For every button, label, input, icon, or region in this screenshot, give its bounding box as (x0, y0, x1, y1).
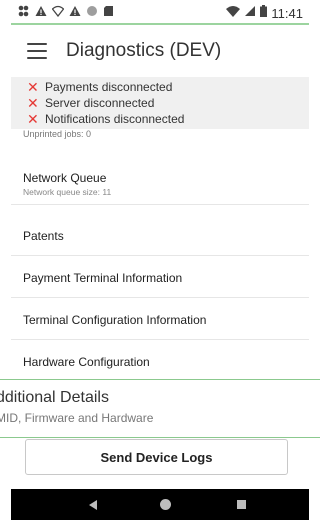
list-item-patents[interactable]: Patents (11, 214, 309, 256)
list-item-label: Patents (23, 229, 64, 243)
unprinted-jobs: Unprinted jobs: 0 (23, 129, 92, 139)
send-device-logs-button[interactable]: Send Device Logs (25, 439, 288, 475)
alert-text: Notifications disconnected (45, 112, 185, 126)
list-item-label: Network Queue (23, 171, 107, 185)
close-x-icon: ✕ (27, 111, 39, 127)
list-item-hardware-configuration[interactable]: Hardware Configuration (11, 340, 309, 382)
list-item-label: Terminal Configuration Information (23, 313, 207, 327)
status-bar: 11:41 (11, 0, 309, 25)
card-subtitle: MID, Firmware and Hardware (0, 411, 154, 425)
back-icon[interactable] (89, 500, 97, 510)
list-item-payment-terminal[interactable]: Payment Terminal Information (11, 256, 309, 298)
status-time: 11:41 (271, 5, 303, 21)
list-item-sublabel: Network queue size: 11 (23, 187, 112, 197)
alert-row: ✕ Payments disconnected (27, 79, 172, 95)
navigation-bar (11, 489, 309, 520)
card-title: dditional Details (0, 389, 109, 406)
home-icon[interactable] (160, 499, 171, 510)
grid-icon (18, 5, 29, 17)
alert-triangle-icon (69, 5, 81, 17)
alert-row: ✕ Notifications disconnected (27, 111, 184, 127)
alert-text: Server disconnected (45, 96, 155, 110)
device-screen: 11:41 Diagnostics (DEV) ✕ Payments disco… (11, 0, 309, 520)
battery-icon (260, 4, 268, 22)
list-item-terminal-configuration[interactable]: Terminal Configuration Information (11, 298, 309, 340)
additional-details-card[interactable]: dditional Details MID, Firmware and Hard… (0, 379, 320, 438)
page-title: Diagnostics (DEV) (66, 40, 222, 61)
close-x-icon: ✕ (27, 79, 39, 95)
signal-icon (244, 4, 256, 22)
close-x-icon: ✕ (27, 95, 39, 111)
alert-row: ✕ Server disconnected (27, 95, 154, 111)
status-right-icons: 11:41 (226, 4, 303, 22)
wifi-icon (226, 4, 241, 22)
circle-icon (86, 5, 97, 17)
status-left-icons (18, 5, 114, 17)
list-item-label: Hardware Configuration (23, 355, 150, 369)
list-item-network-queue[interactable]: Network Queue Network queue size: 11 (11, 162, 309, 205)
alert-triangle-icon (35, 5, 47, 17)
connection-alerts: ✕ Payments disconnected ✕ Server disconn… (11, 77, 309, 129)
wifi-alert-icon (52, 5, 64, 17)
app-bar: Diagnostics (DEV) (11, 25, 309, 77)
list-item-label: Payment Terminal Information (23, 271, 183, 285)
alert-text: Payments disconnected (45, 80, 173, 94)
sd-card-icon (103, 5, 114, 17)
recent-apps-icon[interactable] (237, 500, 246, 509)
hamburger-menu-icon[interactable] (27, 43, 47, 59)
